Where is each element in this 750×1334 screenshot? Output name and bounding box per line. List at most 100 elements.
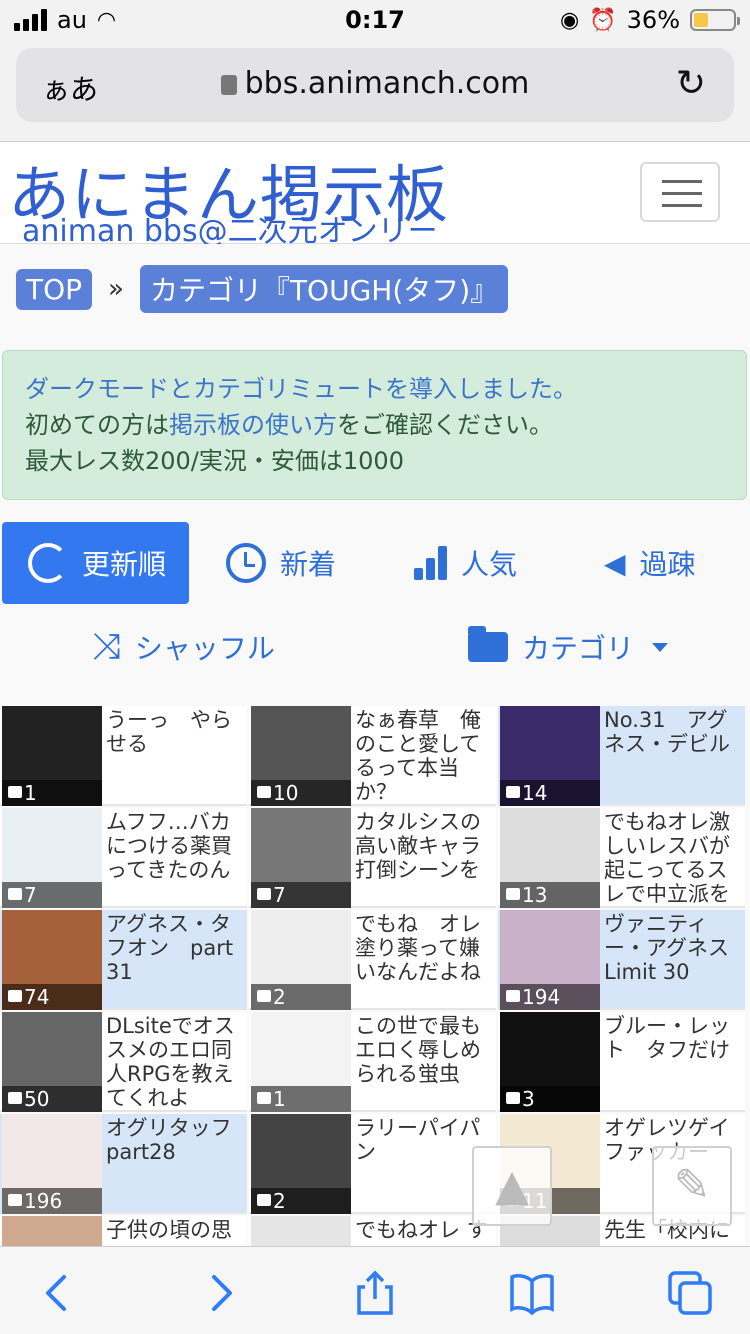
refresh-icon bbox=[28, 543, 68, 583]
tab-sparse[interactable]: ◀ 過疎 bbox=[604, 522, 696, 604]
rotation-lock-icon: ◉ bbox=[560, 7, 580, 33]
thread-thumbnail[interactable]: 1 bbox=[2, 706, 102, 806]
thread-title[interactable]: ムフフ…バカにつける薬買ってきたのん bbox=[106, 810, 242, 906]
notice-box: ダークモードとカテゴリミュートを導入しました。 初めての方は掲示板の使い方をご確… bbox=[2, 350, 747, 500]
share-icon[interactable] bbox=[351, 1269, 399, 1317]
thread-title[interactable]: でもね オレ塗り薬って嫌いなんだよね bbox=[355, 912, 491, 1008]
thread-thumbnail[interactable]: 2 bbox=[251, 910, 351, 1010]
thread-thumbnail[interactable]: 3 bbox=[500, 1012, 600, 1112]
thread-thumbnail[interactable]: 2 bbox=[251, 1114, 351, 1214]
reply-count-badge: 1 bbox=[2, 780, 102, 806]
browser-toolbar bbox=[0, 1246, 750, 1334]
thread-cell[interactable]: 196 オグリタッフ part28 bbox=[0, 1114, 247, 1214]
menu-button[interactable] bbox=[640, 162, 720, 222]
thread-cell[interactable]: 10 なぁ春草 俺のこと愛してるって本当か？ bbox=[249, 706, 496, 806]
thread-title[interactable]: ブルー・レット タフだけ bbox=[604, 1014, 740, 1110]
reply-count-badge: 7 bbox=[251, 882, 351, 908]
bookmarks-icon[interactable] bbox=[508, 1269, 556, 1317]
thread-title[interactable]: なぁ春草 俺のこと愛してるって本当か？ bbox=[355, 708, 491, 804]
forward-icon[interactable] bbox=[196, 1269, 244, 1317]
thread-cell[interactable]: 14 No.31 アグネス・デビル bbox=[498, 706, 745, 806]
reply-count-badge: 13 bbox=[500, 882, 600, 908]
new-thread-button[interactable]: ✎ bbox=[652, 1146, 732, 1226]
tab-shuffle-label: シャッフル bbox=[134, 632, 275, 665]
thread-title[interactable]: DLsiteでオススメのエロ同人RPGを教えてくれよ bbox=[106, 1014, 242, 1110]
browser-address-area: ぁあ bbs.animanch.com ↻ bbox=[0, 42, 750, 142]
reply-count-badge: 50 bbox=[2, 1086, 102, 1112]
thread-title[interactable]: カタルシスの高い敵キャラ打倒シーンを bbox=[355, 810, 491, 906]
notice-dark-mode-link[interactable]: ダークモードとカテゴリミュートを導入しました。 bbox=[25, 375, 577, 403]
thread-cell[interactable]: 2 でもね オレ塗り薬って嫌いなんだよね bbox=[249, 910, 496, 1010]
notice-limits: 最大レス数200/実況・安価は1000 bbox=[25, 447, 404, 475]
reply-count-badge: 194 bbox=[500, 984, 600, 1010]
thread-cell[interactable]: 74 アグネス・タフオン part 31 bbox=[0, 910, 247, 1010]
thread-thumbnail[interactable]: 1 bbox=[251, 1012, 351, 1112]
thread-title[interactable]: ラリーパイパン bbox=[355, 1116, 491, 1212]
thread-title[interactable]: うーっ やらせる bbox=[106, 708, 242, 804]
tab-update-order[interactable]: 更新順 bbox=[2, 522, 189, 604]
site-header: あにまん掲示板 animan bbs@二次元オンリー bbox=[0, 142, 750, 249]
bar-chart-icon bbox=[414, 546, 447, 580]
thread-thumbnail[interactable]: 7 bbox=[2, 808, 102, 908]
reload-icon[interactable]: ↻ bbox=[676, 66, 706, 102]
thread-thumbnail[interactable] bbox=[251, 1216, 351, 1246]
tabs-icon[interactable] bbox=[666, 1269, 714, 1317]
alarm-icon: ⏰ bbox=[589, 7, 617, 33]
thread-cell[interactable]: 194 ヴァニティー・アグネス Limit 30 bbox=[498, 910, 745, 1010]
thread-title[interactable]: この世で最もエロく辱しめられる蛍虫 bbox=[355, 1014, 491, 1110]
thread-cell[interactable]: 2 ラリーパイパン bbox=[249, 1114, 496, 1214]
thread-title[interactable]: No.31 アグネス・デビル bbox=[604, 708, 740, 804]
breadcrumb-top[interactable]: TOP bbox=[16, 268, 93, 310]
tab-update-order-label: 更新順 bbox=[82, 548, 167, 581]
thread-cell[interactable]: 1 うーっ やらせる bbox=[0, 706, 247, 806]
category-dropdown-label: カテゴリ bbox=[522, 632, 635, 665]
url-text[interactable]: bbs.animanch.com bbox=[245, 66, 530, 101]
reply-count-badge: 2 bbox=[251, 1188, 351, 1214]
shuffle-icon: ⤨ bbox=[92, 626, 121, 667]
thread-cell[interactable]: 子供の頃の思 bbox=[0, 1216, 247, 1246]
thread-title[interactable]: でもねオレ す bbox=[355, 1218, 491, 1246]
thread-thumbnail[interactable]: 196 bbox=[2, 1114, 102, 1214]
scroll-top-button[interactable]: ▲ bbox=[472, 1146, 552, 1226]
status-bar: au ◠ 0:17 ◉ ⏰ 36% bbox=[0, 0, 750, 42]
battery-percent: 36% bbox=[626, 6, 680, 34]
thread-thumbnail[interactable]: 14 bbox=[500, 706, 600, 806]
thread-title[interactable]: オグリタッフ part28 bbox=[106, 1116, 242, 1212]
thread-cell[interactable]: 13 でもねオレ激しいレスバが起こってるスレで中立派を bbox=[498, 808, 745, 908]
thread-thumbnail[interactable]: 74 bbox=[2, 910, 102, 1010]
thread-thumbnail[interactable]: 7 bbox=[251, 808, 351, 908]
thread-title[interactable]: ヴァニティー・アグネス Limit 30 bbox=[604, 912, 740, 1008]
tab-new-label: 新着 bbox=[280, 548, 337, 581]
thread-thumbnail[interactable] bbox=[2, 1216, 102, 1246]
thread-cell[interactable]: 50 DLsiteでオススメのエロ同人RPGを教えてくれよ bbox=[0, 1012, 247, 1112]
thread-cell[interactable]: 7 カタルシスの高い敵キャラ打倒シーンを bbox=[249, 808, 496, 908]
thread-title[interactable]: でもねオレ激しいレスバが起こってるスレで中立派を bbox=[604, 810, 740, 906]
notice-howto-link[interactable]: 掲示板の使い方 bbox=[169, 411, 337, 439]
tab-shuffle[interactable]: ⤨ シャッフル bbox=[92, 606, 275, 688]
tab-sparse-label: 過疎 bbox=[639, 548, 696, 581]
thread-thumbnail[interactable]: 10 bbox=[251, 706, 351, 806]
lock-icon bbox=[220, 75, 237, 95]
notice-line2-suffix: をご確認ください。 bbox=[337, 411, 553, 439]
breadcrumb-separator: » bbox=[108, 274, 124, 304]
breadcrumb-category[interactable]: カテゴリ『TOUGH(タフ)』 bbox=[139, 265, 509, 313]
category-dropdown[interactable]: カテゴリ bbox=[468, 606, 669, 688]
reply-count-badge: 2 bbox=[251, 984, 351, 1010]
thread-thumbnail[interactable]: 13 bbox=[500, 808, 600, 908]
tab-new[interactable]: 新着 bbox=[226, 522, 336, 604]
breadcrumb: TOP » カテゴリ『TOUGH(タフ)』 bbox=[16, 265, 509, 313]
reply-count-badge: 14 bbox=[500, 780, 600, 806]
thread-thumbnail[interactable]: 50 bbox=[2, 1012, 102, 1112]
thread-title[interactable]: アグネス・タフオン part 31 bbox=[106, 912, 242, 1008]
thread-cell[interactable]: 1 この世で最もエロく辱しめられる蛍虫 bbox=[249, 1012, 496, 1112]
reply-count-badge: 7 bbox=[2, 882, 102, 908]
thread-thumbnail[interactable]: 194 bbox=[500, 910, 600, 1010]
address-bar[interactable]: ぁあ bbs.animanch.com ↻ bbox=[16, 48, 734, 122]
thread-title[interactable]: 子供の頃の思 bbox=[106, 1218, 242, 1246]
thread-cell[interactable]: 7 ムフフ…バカにつける薬買ってきたのん bbox=[0, 808, 247, 908]
tab-popular[interactable]: 人気 bbox=[414, 522, 517, 604]
thread-cell[interactable]: 3 ブルー・レット タフだけ bbox=[498, 1012, 745, 1112]
folder-icon bbox=[468, 626, 508, 662]
back-icon[interactable] bbox=[34, 1269, 82, 1317]
thread-cell[interactable]: でもねオレ す bbox=[249, 1216, 496, 1246]
